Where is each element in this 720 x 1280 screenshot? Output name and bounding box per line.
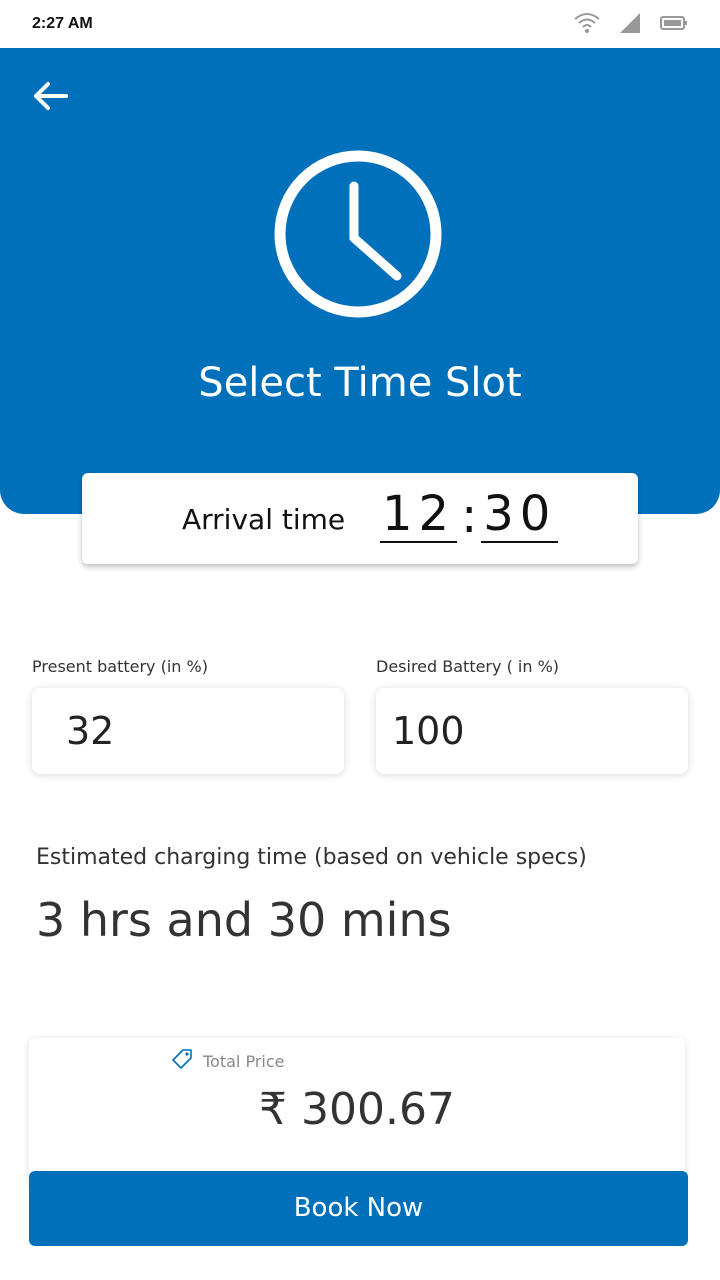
book-now-button[interactable]: Book Now [29, 1171, 688, 1246]
status-bar: 2:27 AM [0, 0, 720, 48]
page-title: Select Time Slot [198, 360, 522, 406]
present-battery-label: Present battery (in %) [32, 657, 208, 676]
time-separator: : [461, 488, 478, 544]
signal-icon [620, 13, 640, 37]
desired-battery-input[interactable]: 100 [376, 688, 688, 774]
back-button[interactable] [28, 76, 72, 120]
wifi-icon [574, 12, 600, 38]
present-battery-input[interactable]: 32 [32, 688, 344, 774]
estimated-time-value: 3 hrs and 30 mins [36, 893, 452, 947]
arrival-hours-field[interactable]: 12 [380, 487, 458, 543]
arrival-minutes-field[interactable]: 30 [481, 487, 559, 543]
price-card: Total Price ₹ 300.67 [29, 1038, 685, 1188]
total-price-label: Total Price [203, 1051, 285, 1071]
arrival-time-picker: 12 : 30 [380, 487, 559, 544]
arrival-time-label: Arrival time [182, 503, 346, 536]
price-tag-icon [171, 1048, 193, 1074]
header: Select Time Slot [0, 48, 720, 514]
clock-icon [272, 148, 444, 320]
desired-battery-label: Desired Battery ( in %) [376, 657, 560, 676]
arrival-time-card: Arrival time 12 : 30 [82, 473, 638, 564]
status-time: 2:27 AM [32, 15, 93, 32]
battery-icon [660, 15, 688, 35]
back-arrow-icon [28, 82, 72, 124]
status-icons [574, 12, 688, 38]
price-label-row: Total Price [171, 1048, 284, 1074]
total-price-value: ₹ 300.67 [259, 1084, 455, 1135]
estimated-time-label: Estimated charging time (based on vehicl… [36, 845, 587, 870]
